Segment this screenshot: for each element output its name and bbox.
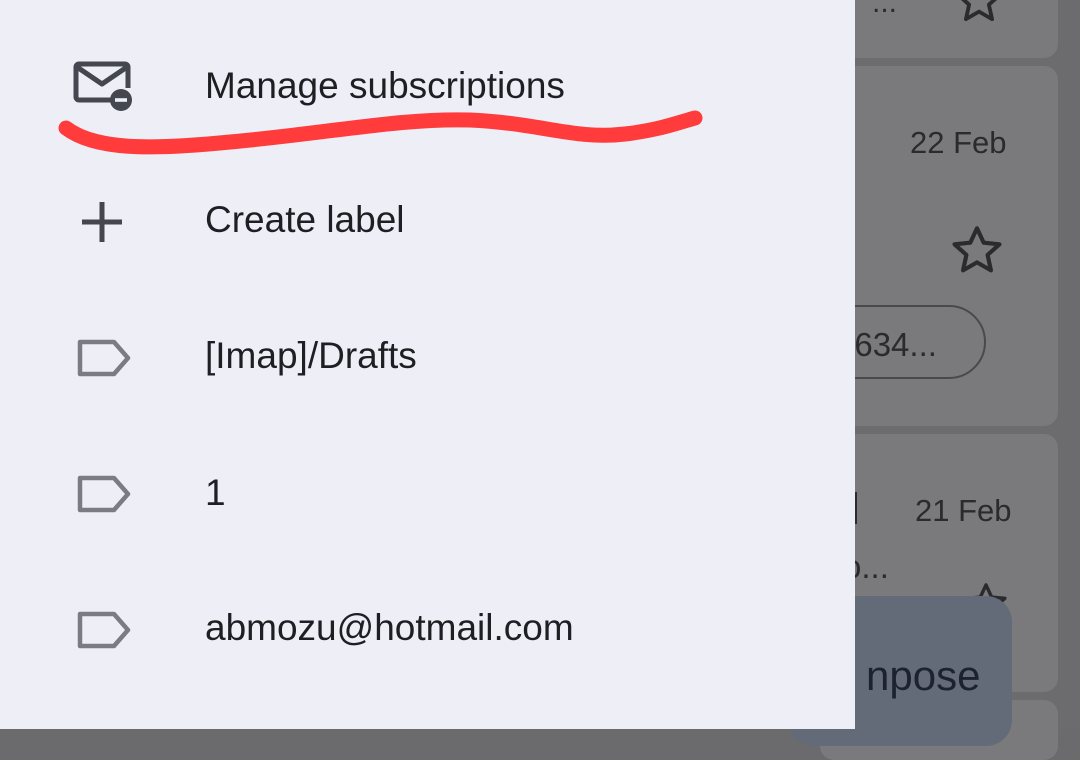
- truncated-text: ...: [872, 0, 898, 19]
- label-icon: [70, 462, 134, 526]
- drawer-item-label: [Imap]/Drafts: [205, 335, 417, 376]
- drawer-item-label-1[interactable]: 1: [0, 438, 855, 548]
- drawer-item-label: 1: [205, 472, 226, 513]
- plus-icon: [70, 190, 134, 254]
- mail-minus-icon: [70, 54, 134, 118]
- navigation-drawer: Manage subscriptions Create label [Imap]…: [0, 0, 855, 729]
- email-date: 22 Feb: [910, 125, 1007, 160]
- drawer-item-imap-drafts[interactable]: [Imap]/Drafts: [0, 302, 855, 412]
- star-icon[interactable]: [950, 0, 1008, 30]
- compose-button-label: npose: [866, 652, 981, 699]
- label-icon: [70, 326, 134, 390]
- drawer-item-label: Manage subscriptions: [205, 65, 565, 106]
- drawer-item-hotmail-label[interactable]: abmozu@hotmail.com: [0, 574, 855, 684]
- drawer-item-label: abmozu@hotmail.com: [205, 607, 574, 648]
- email-date: 21 Feb: [915, 493, 1012, 528]
- label-icon: [70, 598, 134, 662]
- drawer-item-manage-subscriptions[interactable]: Manage subscriptions: [0, 30, 855, 140]
- star-icon[interactable]: [946, 220, 1008, 282]
- drawer-item-create-label[interactable]: Create label: [0, 166, 855, 276]
- email-card[interactable]: [820, 0, 1058, 58]
- drawer-item-label: Create label: [205, 199, 405, 240]
